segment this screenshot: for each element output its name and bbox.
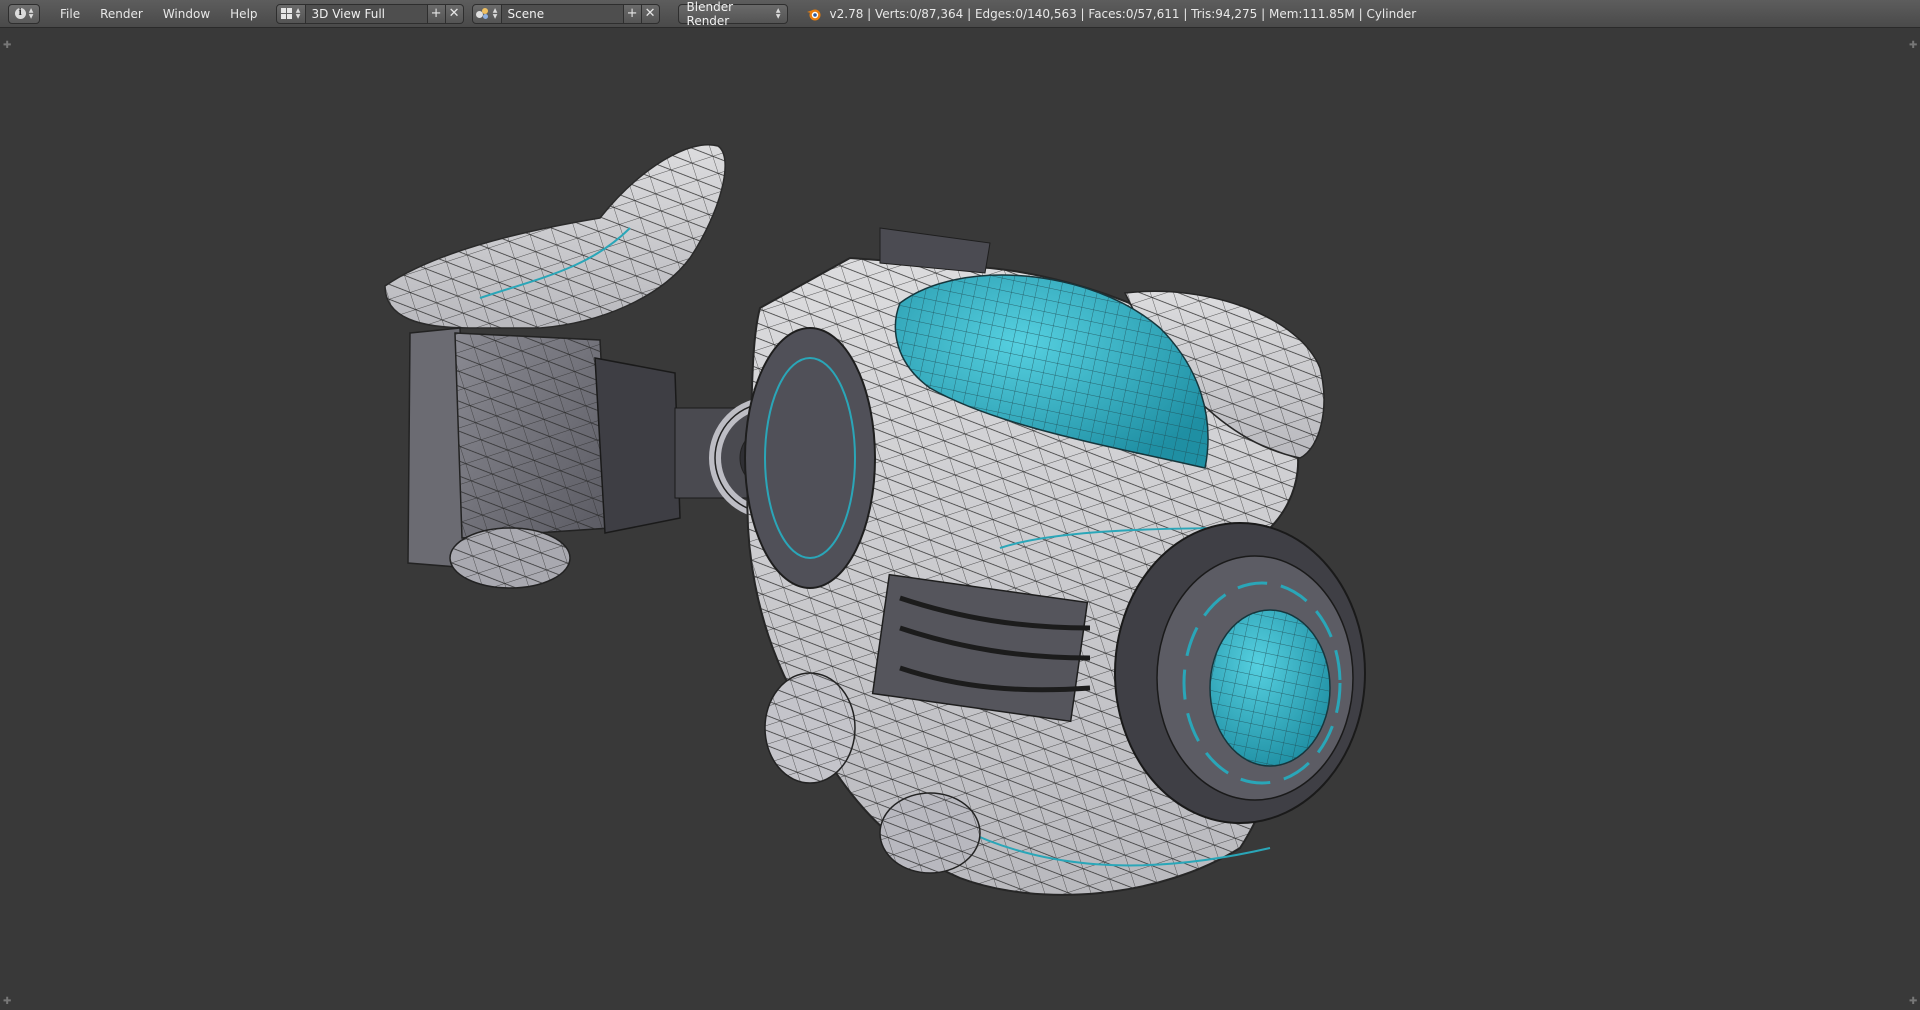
- top-fin: [384, 144, 726, 329]
- scene-icon: [475, 7, 490, 20]
- screen-layout-selector: ▲ ▼ 3D View Full + ✕: [275, 3, 464, 24]
- remove-screen-layout-button[interactable]: ✕: [445, 3, 464, 24]
- 3d-viewport[interactable]: ✚ ✚ ✚ ✚: [0, 28, 1920, 1010]
- updown-arrows-icon: ▲ ▼: [775, 6, 781, 20]
- add-screen-layout-button[interactable]: +: [427, 3, 446, 24]
- info-icon: i: [14, 8, 26, 19]
- updown-arrows-icon: ▲ ▼: [492, 6, 498, 20]
- render-engine-label: Blender Render: [686, 0, 734, 28]
- main-menu: File Render Window Help: [50, 0, 268, 28]
- render-engine-dropdown[interactable]: Blender Render ▲ ▼: [677, 0, 788, 28]
- add-scene-button[interactable]: +: [623, 3, 642, 24]
- close-icon: ✕: [644, 5, 656, 21]
- editor-type-selector[interactable]: i ▲ ▼: [8, 3, 40, 24]
- blender-logo-icon: [806, 9, 821, 20]
- menu-window[interactable]: Window: [153, 0, 220, 28]
- scene-statistics: v2.78 | Verts:0/87,364 | Edges:0/140,563…: [829, 6, 1417, 21]
- scene-selector: ▲ ▼ Scene + ✕: [471, 3, 660, 24]
- screen-layout-name-field[interactable]: 3D View Full: [305, 3, 428, 24]
- plus-icon: +: [626, 5, 638, 21]
- scene-name-field[interactable]: Scene: [501, 3, 624, 24]
- updown-arrows-icon: ▲ ▼: [28, 6, 34, 20]
- info-header: i ▲ ▼ File Render Window Help ▲ ▼ 3D View …: [0, 0, 1920, 28]
- close-icon: ✕: [448, 5, 460, 21]
- scene-browse-button[interactable]: ▲ ▼: [471, 3, 502, 24]
- remove-scene-button[interactable]: ✕: [641, 3, 660, 24]
- screen-layout-icon: [280, 7, 293, 20]
- plus-icon: +: [430, 5, 442, 21]
- front-lens: [1114, 522, 1366, 824]
- menu-help[interactable]: Help: [220, 0, 267, 28]
- screen-layout-browse-button[interactable]: ▲ ▼: [275, 3, 306, 24]
- sci-fi-drone-model[interactable]: [0, 28, 1920, 1010]
- menu-file[interactable]: File: [50, 0, 90, 28]
- updown-arrows-icon: ▲ ▼: [295, 6, 301, 20]
- menu-render[interactable]: Render: [90, 0, 153, 28]
